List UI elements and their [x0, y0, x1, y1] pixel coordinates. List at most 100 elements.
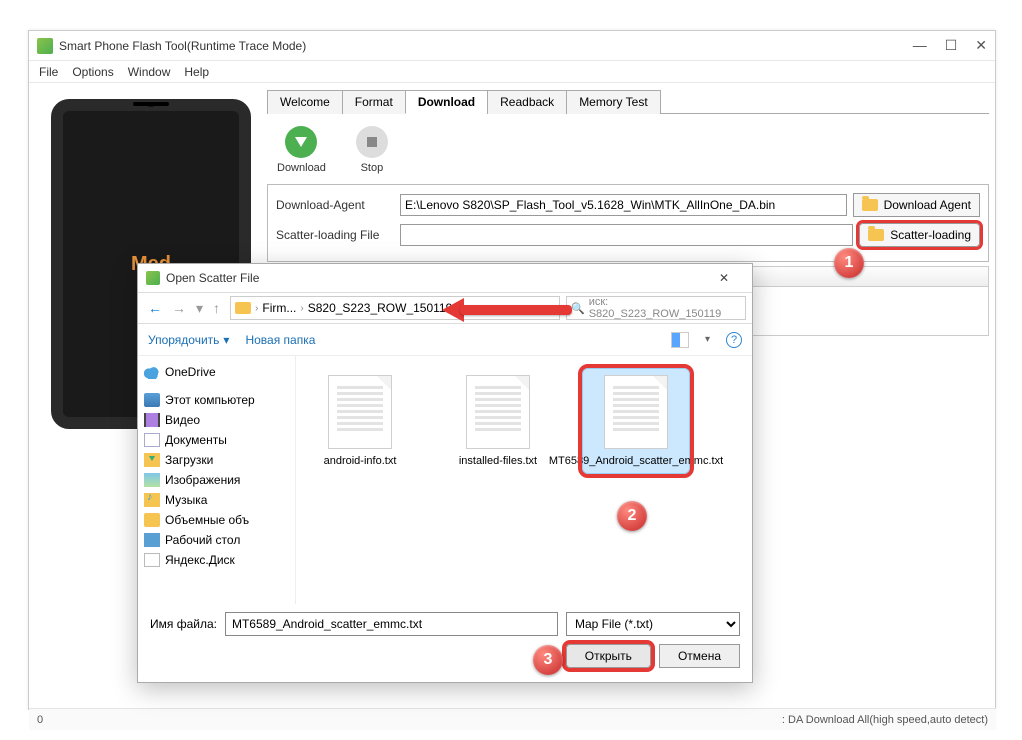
- annotation-2: 2: [617, 501, 647, 531]
- tree-yandex-disk[interactable]: Яндекс.Диск: [142, 550, 291, 570]
- file-name: android-info.txt: [324, 455, 397, 467]
- tree-onedrive[interactable]: OneDrive: [142, 362, 291, 382]
- window-title: Smart Phone Flash Tool(Runtime Trace Mod…: [59, 39, 913, 53]
- close-button[interactable]: ✕: [975, 37, 987, 54]
- maximize-button[interactable]: ☐: [945, 37, 958, 54]
- search-icon: 🔍: [571, 302, 585, 315]
- search-input[interactable]: 🔍 иск: S820_S223_ROW_150119: [566, 296, 746, 320]
- stop-label: Stop: [361, 162, 384, 174]
- dialog-footer: Имя файла: Map File (*.txt) Открыть Отме…: [138, 604, 752, 676]
- txt-file-icon: [466, 375, 530, 449]
- chevron-down-icon: ▾: [223, 333, 229, 347]
- dialog-toolbar: Упорядочить ▾ Новая папка ▾ ?: [138, 324, 752, 356]
- window-controls: — ☐ ✕: [913, 37, 987, 54]
- folder-icon: [144, 513, 160, 527]
- open-button[interactable]: Открыть: [566, 644, 651, 668]
- menu-help[interactable]: Help: [184, 65, 209, 79]
- menu-window[interactable]: Window: [128, 65, 171, 79]
- tree-images[interactable]: Изображения: [142, 470, 291, 490]
- file-item[interactable]: android-info.txt: [306, 368, 414, 474]
- stop-button[interactable]: Stop: [356, 126, 388, 174]
- status-right: : DA Download All(high speed,auto detect…: [782, 714, 988, 726]
- dialog-close-button[interactable]: ✕: [704, 271, 744, 285]
- dialog-body: OneDrive Этот компьютер Видео Документы …: [138, 356, 752, 604]
- txt-file-icon: [328, 375, 392, 449]
- download-label: Download: [277, 162, 326, 174]
- nav-arrows: ← → ▾ ↑: [144, 300, 224, 317]
- file-pane[interactable]: android-info.txt installed-files.txt MT6…: [296, 356, 752, 604]
- tab-format[interactable]: Format: [342, 90, 406, 114]
- music-icon: [144, 493, 160, 507]
- annotation-3: 3: [533, 645, 563, 675]
- status-left: 0: [37, 714, 43, 726]
- tree-video[interactable]: Видео: [142, 410, 291, 430]
- recent-dropdown[interactable]: ▾: [196, 300, 203, 317]
- tab-download[interactable]: Download: [405, 90, 488, 114]
- app-icon: [146, 271, 160, 285]
- cloud-icon: [144, 365, 160, 379]
- folder-icon: [862, 199, 878, 211]
- tab-readback[interactable]: Readback: [487, 90, 567, 114]
- menu-options[interactable]: Options: [72, 65, 113, 79]
- download-agent-button[interactable]: Download Agent: [853, 193, 980, 217]
- scatter-label: Scatter-loading File: [276, 228, 394, 242]
- annotation-1: 1: [834, 248, 864, 278]
- view-button[interactable]: [671, 332, 689, 348]
- tree-3d[interactable]: Объемные объ: [142, 510, 291, 530]
- dialog-title: Open Scatter File: [166, 271, 259, 285]
- folder-icon: [235, 302, 251, 314]
- breadcrumb-seg[interactable]: S820_S223_ROW_150119: [308, 301, 453, 315]
- downloads-icon: [144, 453, 160, 467]
- file-item[interactable]: installed-files.txt: [444, 368, 552, 474]
- phone-speaker-icon: [133, 102, 169, 106]
- status-bar: 0 : DA Download All(high speed,auto dete…: [29, 708, 996, 730]
- search-placeholder: иск: S820_S223_ROW_150119: [589, 296, 741, 320]
- nav-tree[interactable]: OneDrive Этот компьютер Видео Документы …: [138, 356, 296, 604]
- open-scatter-dialog: Open Scatter File ✕ ← → ▾ ↑ › Firm... › …: [137, 263, 753, 683]
- scatter-loading-button[interactable]: Scatter-loading: [859, 223, 980, 247]
- app-icon: [37, 38, 53, 54]
- organize-menu[interactable]: Упорядочить ▾: [148, 333, 229, 347]
- file-item-selected[interactable]: MT6589_Android_scatter_emmc.txt: [582, 368, 690, 474]
- help-icon[interactable]: ?: [726, 332, 742, 348]
- tree-desktop[interactable]: Рабочий стол: [142, 530, 291, 550]
- video-icon: [144, 413, 160, 427]
- forward-button[interactable]: →: [172, 300, 186, 317]
- tree-downloads[interactable]: Загрузки: [142, 450, 291, 470]
- annotation-arrow: [442, 298, 572, 322]
- tree-documents[interactable]: Документы: [142, 430, 291, 450]
- yandex-disk-icon: [144, 553, 160, 567]
- titlebar: Smart Phone Flash Tool(Runtime Trace Mod…: [29, 31, 995, 61]
- stop-icon: [356, 126, 388, 158]
- filename-label: Имя файла:: [150, 617, 217, 631]
- tree-music[interactable]: Музыка: [142, 490, 291, 510]
- folder-icon: [868, 229, 884, 241]
- images-icon: [144, 473, 160, 487]
- pc-icon: [144, 393, 160, 407]
- download-icon: [285, 126, 317, 158]
- tab-welcome[interactable]: Welcome: [267, 90, 343, 114]
- download-agent-btn-label: Download Agent: [884, 198, 971, 212]
- download-agent-input[interactable]: [400, 194, 847, 216]
- file-name: MT6589_Android_scatter_emmc.txt: [549, 455, 723, 467]
- download-button[interactable]: Download: [277, 126, 326, 174]
- breadcrumb-seg[interactable]: Firm...: [262, 301, 296, 315]
- filename-input[interactable]: [225, 612, 558, 636]
- minimize-button[interactable]: —: [913, 37, 927, 54]
- scatter-btn-label: Scatter-loading: [890, 228, 971, 242]
- tab-memory-test[interactable]: Memory Test: [566, 90, 660, 114]
- back-button[interactable]: ←: [148, 300, 162, 317]
- config-panel: Download-Agent Download Agent Scatter-lo…: [267, 184, 989, 262]
- menu-file[interactable]: File: [39, 65, 58, 79]
- new-folder-button[interactable]: Новая папка: [245, 333, 315, 347]
- dialog-titlebar: Open Scatter File ✕: [138, 264, 752, 292]
- scatter-row: Scatter-loading File Scatter-loading: [276, 223, 980, 247]
- scatter-input[interactable]: [400, 224, 853, 246]
- menubar: File Options Window Help: [29, 61, 995, 83]
- chevron-down-icon[interactable]: ▾: [705, 334, 710, 345]
- chevron-right-icon: ›: [255, 303, 258, 314]
- filetype-select[interactable]: Map File (*.txt): [566, 612, 740, 636]
- cancel-button[interactable]: Отмена: [659, 644, 740, 668]
- up-button[interactable]: ↑: [213, 300, 220, 317]
- tree-this-pc[interactable]: Этот компьютер: [142, 390, 291, 410]
